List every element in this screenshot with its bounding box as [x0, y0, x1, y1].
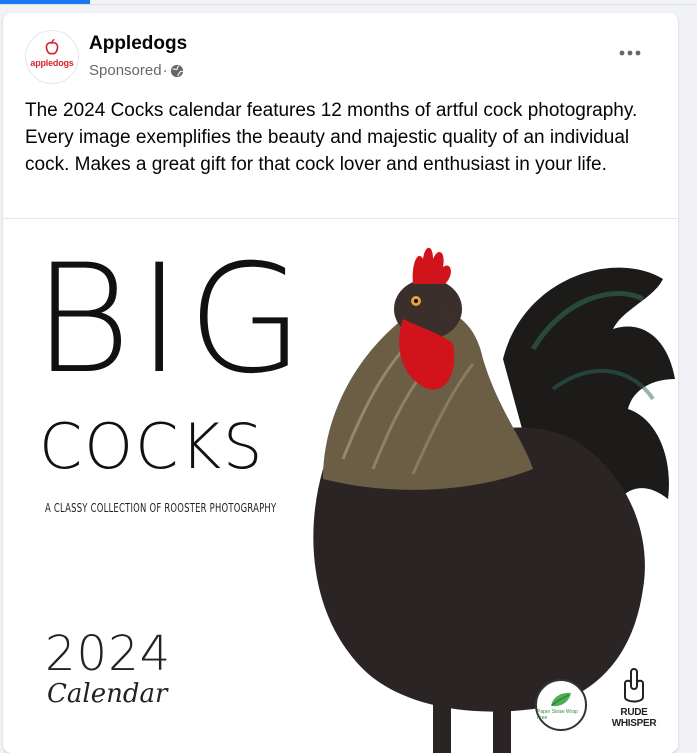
post-header: appledogs Appledogs Sponsored ·: [3, 13, 678, 93]
brand-logo: RUDE WHISPER: [599, 667, 669, 737]
calendar-tagline: A CLASSY COLLECTION OF ROOSTER PHOTOGRAP…: [45, 501, 277, 515]
ad-image[interactable]: BIG COCKS A CLASSY COLLECTION OF ROOSTER…: [3, 218, 678, 753]
sponsored-label[interactable]: Sponsored: [89, 62, 162, 79]
calendar-year: 2024: [45, 626, 172, 682]
more-options-button[interactable]: [615, 41, 645, 65]
apple-logo-icon: [45, 39, 59, 55]
brand-logo-text: RUDE WHISPER: [611, 707, 657, 729]
post-body-text: The 2024 Cocks calendar features 12 mont…: [25, 100, 638, 175]
eco-badge: Paper Straw Wrap Free: [535, 679, 587, 731]
page-name-link[interactable]: Appledogs: [89, 33, 187, 55]
separator-dot: ·: [162, 62, 168, 79]
hand-gesture-icon: [624, 668, 644, 703]
calendar-title-big: BIG: [33, 233, 310, 407]
eco-badge-text: Paper Straw Wrap Free: [537, 708, 578, 721]
sponsored-post-card: appledogs Appledogs Sponsored · The 2024…: [3, 13, 678, 753]
calendar-title-cocks: COCKS: [39, 410, 265, 483]
calendar-word: Calendar: [47, 679, 168, 709]
leaf-icon: [551, 692, 571, 706]
sponsored-row: Sponsored ·: [89, 62, 184, 79]
more-horizontal-icon: [619, 50, 641, 56]
avatar-text: appledogs: [30, 58, 74, 68]
top-divider: [0, 4, 697, 5]
globe-icon: [170, 64, 183, 77]
avatar[interactable]: appledogs: [25, 30, 79, 84]
